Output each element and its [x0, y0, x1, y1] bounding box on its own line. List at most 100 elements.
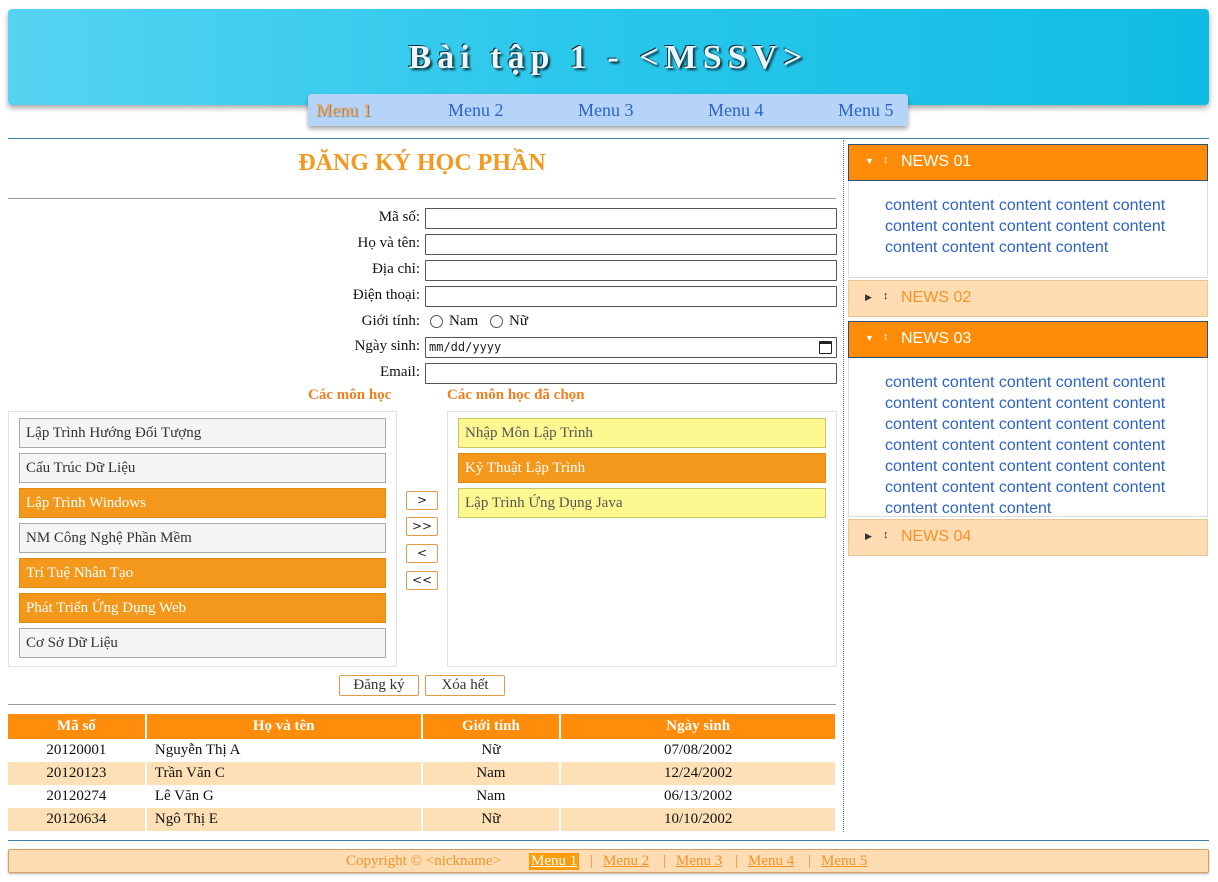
cell-ngay-sinh: 07/08/2002 — [560, 739, 837, 762]
footer-separator: | — [735, 853, 739, 869]
news-01-header[interactable]: ▼ ↕ NEWS 01 — [848, 144, 1208, 181]
footer-separator: | — [590, 853, 594, 869]
page-header: Bài tập 1 - <MSSV> — [8, 9, 1209, 105]
move-all-right-button[interactable]: >> — [406, 517, 438, 536]
col-ma-so: Mã số — [8, 714, 147, 739]
course-item-database[interactable]: Cơ Sở Dữ Liệu — [19, 628, 386, 658]
cell-ho-ten: Trần Văn C — [145, 762, 423, 785]
chosen-item-programming-techniques[interactable]: Kỹ Thuật Lập Trình — [458, 453, 826, 483]
form-title: ĐĂNG KÝ HỌC PHẦN — [298, 150, 546, 176]
label-dia-chi: Địa chỉ: — [372, 261, 420, 277]
top-menu: Menu 1 Menu 2 Menu 3 Menu 4 Menu 5 — [308, 94, 908, 126]
course-item-software-engineering[interactable]: NM Công Nghệ Phần Mềm — [19, 523, 386, 553]
cell-ma-so: 20120274 — [8, 785, 147, 808]
cell-ngay-sinh: 10/10/2002 — [560, 808, 837, 831]
cell-ngay-sinh: 12/24/2002 — [560, 762, 837, 785]
dien-thoai-input[interactable] — [425, 286, 837, 307]
form-divider-top — [8, 198, 836, 199]
footer-link-menu-4[interactable]: Menu 4 — [748, 853, 794, 870]
chosen-courses-heading: Các môn học đã chọn — [447, 387, 585, 403]
top-divider — [8, 138, 1209, 139]
course-item-windows[interactable]: Lập Trình Windows — [19, 488, 386, 518]
sort-arrows-icon: ↕ — [883, 290, 889, 302]
bottom-divider — [8, 840, 1209, 841]
page-footer: Copyright © <nickname> Menu 1 | Menu 2 |… — [8, 849, 1209, 873]
news-03-title: NEWS 03 — [901, 330, 972, 347]
caret-down-icon: ▼ — [865, 333, 874, 343]
cell-gioi-tinh: Nam — [421, 785, 562, 808]
cell-ho-ten: Ngô Thị E — [145, 808, 423, 831]
table-row: 20120634 Ngô Thị E Nữ 10/10/2002 — [8, 808, 837, 831]
footer-separator: | — [808, 853, 812, 869]
register-button[interactable]: Đăng ký — [339, 675, 419, 696]
email-input[interactable] — [425, 363, 837, 384]
footer-link-menu-2[interactable]: Menu 2 — [603, 853, 649, 870]
copyright-text: Copyright © <nickname> — [346, 853, 501, 869]
news-04-header[interactable]: ▶ ↕ NEWS 04 — [848, 519, 1208, 556]
gender-nam-label: Nam — [449, 313, 479, 329]
cell-gioi-tinh: Nữ — [421, 808, 562, 831]
cell-ho-ten: Lê Văn G — [145, 785, 423, 808]
date-placeholder: mm/dd/yyyy — [429, 340, 502, 354]
table-row: 20120274 Lê Văn G Nam 06/13/2002 — [8, 785, 837, 808]
footer-link-menu-3[interactable]: Menu 3 — [676, 853, 722, 870]
news-02-header[interactable]: ▶ ↕ NEWS 02 — [848, 280, 1208, 317]
course-item-ai[interactable]: Trí Tuệ Nhân Tạo — [19, 558, 386, 588]
news-02-title: NEWS 02 — [901, 289, 972, 306]
move-left-button[interactable]: < — [406, 544, 438, 563]
table-row: 20120001 Nguyễn Thị A Nữ 07/08/2002 — [8, 739, 837, 762]
cell-ma-so: 20120123 — [8, 762, 147, 785]
gender-nam-radio[interactable] — [430, 315, 443, 328]
col-gioi-tinh: Giới tính — [421, 714, 562, 739]
course-item-web-dev[interactable]: Phát Triển Ứng Dụng Web — [19, 593, 386, 623]
gender-nu-radio[interactable] — [490, 315, 503, 328]
label-ngay-sinh: Ngày sinh: — [354, 338, 420, 354]
students-table: Mã số Họ và tên Giới tính Ngày sinh 2012… — [8, 714, 837, 831]
footer-link-menu-5[interactable]: Menu 5 — [821, 853, 867, 870]
label-ho-ten: Họ và tên: — [357, 235, 420, 251]
page-title: Bài tập 1 - <MSSV> — [408, 39, 809, 76]
label-ma-so: Mã số: — [378, 209, 420, 225]
chosen-item-intro-programming[interactable]: Nhập Môn Lập Trình — [458, 418, 826, 448]
news-04-title: NEWS 04 — [901, 528, 972, 545]
cell-ho-ten: Nguyễn Thị A — [145, 739, 423, 762]
label-gioi-tinh: Giới tính: — [361, 313, 420, 329]
label-email: Email: — [380, 364, 420, 380]
course-item-oop[interactable]: Lập Trình Hướng Đối Tượng — [19, 418, 386, 448]
move-all-left-button[interactable]: << — [406, 571, 438, 590]
dia-chi-input[interactable] — [425, 260, 837, 281]
sort-arrows-icon: ↕ — [883, 529, 889, 541]
footer-separator: | — [663, 853, 667, 869]
col-ngay-sinh: Ngày sinh — [560, 714, 837, 739]
calendar-icon[interactable] — [819, 341, 832, 354]
label-dien-thoai: Điện thoại: — [352, 287, 420, 303]
caret-right-icon: ▶ — [865, 292, 872, 302]
caret-down-icon: ▼ — [865, 156, 874, 166]
news-03-header[interactable]: ▼ ↕ NEWS 03 — [848, 321, 1208, 358]
sort-arrows-icon: ↕ — [883, 154, 889, 166]
cell-gioi-tinh: Nữ — [421, 739, 562, 762]
ngay-sinh-input[interactable]: mm/dd/yyyy — [425, 337, 837, 358]
course-item-data-structures[interactable]: Cấu Trúc Dữ Liệu — [19, 453, 386, 483]
footer-link-menu-1[interactable]: Menu 1 — [529, 853, 580, 870]
col-ho-ten: Họ và tên — [145, 714, 423, 739]
form-divider-bottom — [8, 704, 836, 705]
gender-nu-label: Nữ — [509, 313, 528, 329]
top-menu-item-5[interactable]: Menu 5 — [838, 100, 894, 121]
available-courses-list: Lập Trình Hướng Đối Tượng Cấu Trúc Dữ Li… — [8, 411, 397, 667]
ma-so-input[interactable] — [425, 208, 837, 229]
chosen-courses-list: Nhập Môn Lập Trình Kỹ Thuật Lập Trình Lậ… — [447, 411, 837, 667]
top-menu-item-1[interactable]: Menu 1 — [316, 100, 372, 121]
news-03-content: content content content content content … — [848, 358, 1208, 517]
top-menu-item-2[interactable]: Menu 2 — [448, 100, 504, 121]
clear-all-button[interactable]: Xóa hết — [425, 675, 505, 696]
column-divider — [843, 140, 844, 832]
top-menu-item-3[interactable]: Menu 3 — [578, 100, 634, 121]
chosen-item-java[interactable]: Lập Trình Ứng Dụng Java — [458, 488, 826, 518]
top-menu-item-4[interactable]: Menu 4 — [708, 100, 764, 121]
news-01-title: NEWS 01 — [901, 153, 972, 170]
cell-gioi-tinh: Nam — [421, 762, 562, 785]
ho-ten-input[interactable] — [425, 234, 837, 255]
caret-right-icon: ▶ — [865, 531, 872, 541]
move-right-button[interactable]: > — [406, 491, 438, 510]
